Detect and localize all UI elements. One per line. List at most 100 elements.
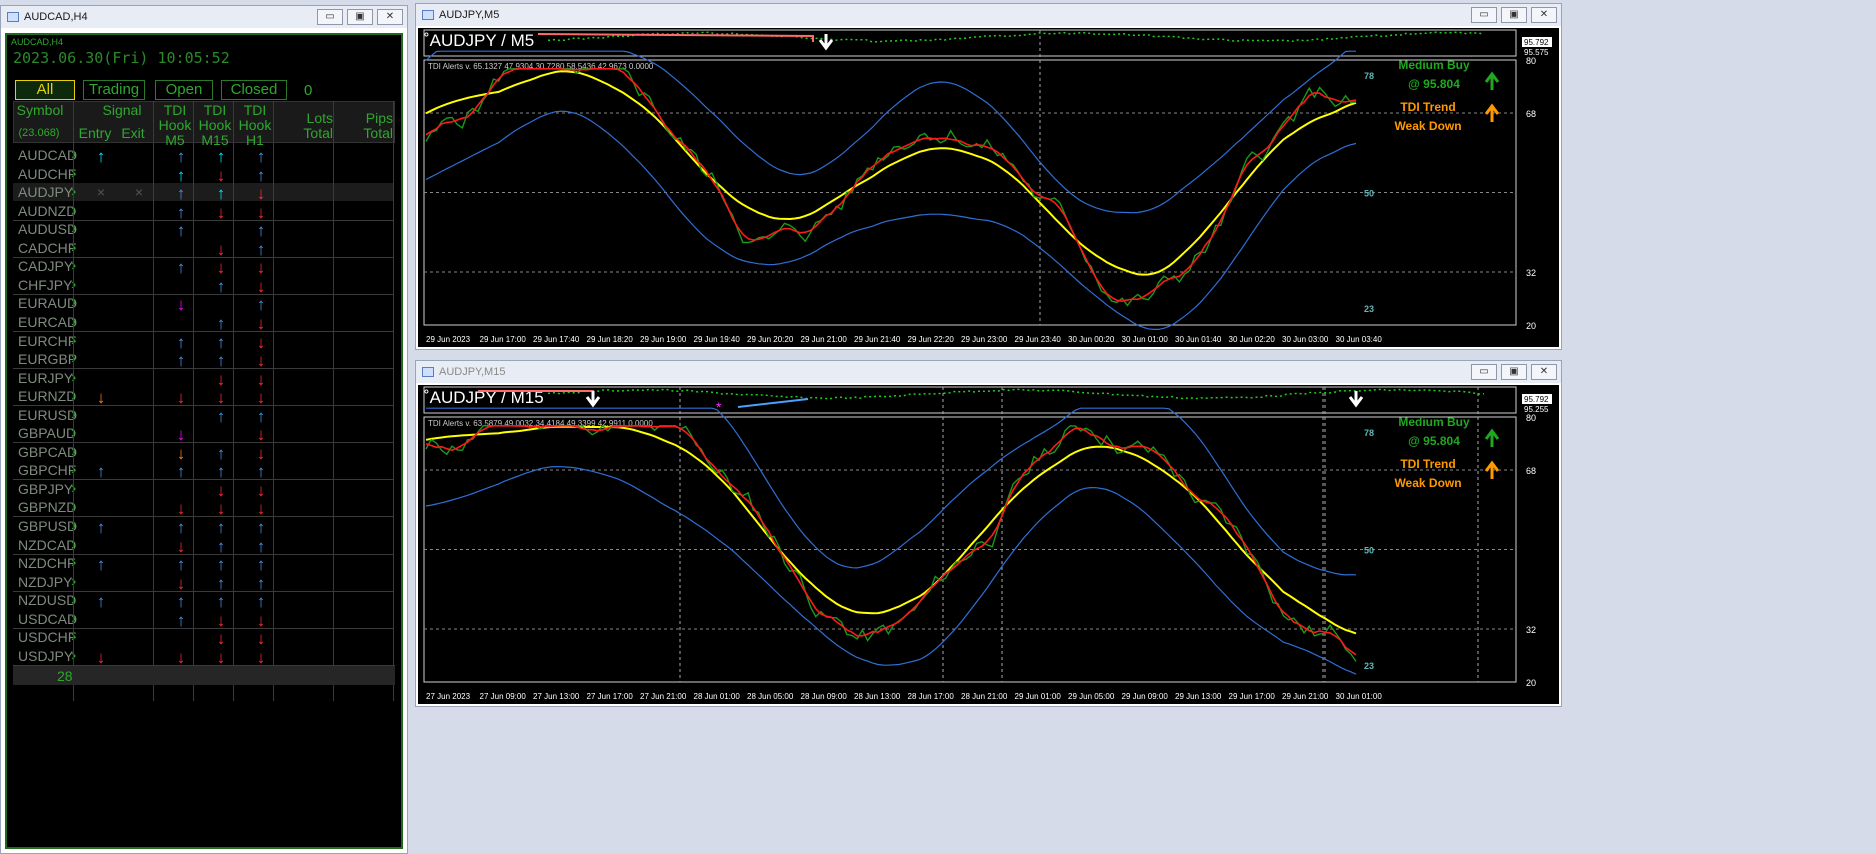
table-row[interactable]: USDJPY›↓↓↓↓ bbox=[13, 647, 393, 667]
window-app-icon bbox=[7, 12, 19, 22]
time-axis-label: 30 Jun 01:00 bbox=[1336, 692, 1383, 701]
row-symbol[interactable]: AUDCAD bbox=[18, 147, 77, 163]
tab-open[interactable]: Open bbox=[155, 80, 213, 100]
right-axis-label: 20 bbox=[1526, 321, 1536, 331]
table-row[interactable]: AUDCAD›↑↑↑↑ bbox=[13, 146, 393, 166]
table-row[interactable]: AUDJPY›××↑↑↓ bbox=[13, 183, 393, 203]
table-row[interactable]: USDCHF›↓↓ bbox=[13, 628, 393, 648]
row-symbol[interactable]: NZDJPY bbox=[18, 574, 72, 590]
table-row[interactable]: EURCAD›↑↓ bbox=[13, 313, 393, 333]
time-axis-label: 27 Jun 17:00 bbox=[587, 692, 634, 701]
table-row[interactable]: EURJPY›↓↓ bbox=[13, 369, 393, 389]
row-symbol[interactable]: EURCAD bbox=[18, 314, 77, 330]
window-title: AUDCAD,H4 bbox=[24, 11, 88, 23]
x-icon: × bbox=[134, 184, 144, 201]
maximize-icon[interactable]: ▣ bbox=[1501, 364, 1527, 380]
time-axis-label: 29 Jun 23:00 bbox=[961, 335, 1008, 344]
table-row[interactable]: GBPJPY›↓↓ bbox=[13, 480, 393, 500]
row-symbol[interactable]: EURJPY bbox=[18, 370, 73, 386]
table-row[interactable]: EURUSD›↑↑ bbox=[13, 406, 393, 426]
row-symbol[interactable]: EURUSD bbox=[18, 407, 77, 423]
row-symbol[interactable]: USDCHF bbox=[18, 629, 76, 645]
table-row[interactable]: NZDCAD›↓↑↑ bbox=[13, 536, 393, 556]
row-symbol[interactable]: USDJPY bbox=[18, 648, 73, 664]
arrow-up-green-icon bbox=[1484, 71, 1500, 90]
row-symbol[interactable]: GBPNZD bbox=[18, 499, 76, 515]
column-divider bbox=[73, 101, 74, 701]
row-symbol[interactable]: NZDUSD bbox=[18, 592, 76, 608]
row-symbol[interactable]: AUDUSD bbox=[18, 221, 77, 237]
row-symbol[interactable]: GBPCHF bbox=[18, 462, 76, 478]
right-axis-label: 20 bbox=[1526, 678, 1536, 688]
time-axis-label: 29 Jun 17:40 bbox=[533, 335, 580, 344]
row-symbol[interactable]: CADJPY bbox=[18, 258, 73, 274]
signal-text-weak-down: Weak Down bbox=[1394, 476, 1461, 490]
table-row[interactable]: CADCHF›↓↑ bbox=[13, 239, 393, 259]
table-row[interactable]: GBPUSD›↑↑↑↑ bbox=[13, 517, 393, 537]
volatility-band-lower bbox=[425, 110, 1357, 330]
table-row[interactable]: NZDUSD›↑↑↑↑ bbox=[13, 591, 393, 611]
tab-all[interactable]: All bbox=[15, 80, 75, 100]
panel-symbol-label: AUDCAD,H4 bbox=[11, 37, 64, 47]
close-icon[interactable]: ✕ bbox=[1531, 7, 1557, 23]
close-icon[interactable]: ✕ bbox=[377, 9, 403, 25]
minimize-icon[interactable]: ▭ bbox=[1471, 364, 1497, 380]
table-row[interactable]: CHFJPY›↑↓ bbox=[13, 276, 393, 296]
table-row[interactable]: AUDUSD›↑↑ bbox=[13, 220, 393, 240]
time-axis-label: 30 Jun 00:20 bbox=[1068, 335, 1115, 344]
table-row[interactable]: GBPNZD›↓↓↓ bbox=[13, 498, 393, 518]
maximize-icon[interactable]: ▣ bbox=[1501, 7, 1527, 23]
row-symbol[interactable]: USDCAD bbox=[18, 611, 77, 627]
table-row[interactable]: GBPCAD›↓↑↓ bbox=[13, 443, 393, 463]
table-row[interactable]: AUDNZD›↑↓↓ bbox=[13, 202, 393, 222]
tab-trading[interactable]: Trading bbox=[83, 80, 145, 100]
minimize-icon[interactable]: ▭ bbox=[1471, 7, 1497, 23]
time-axis-label: 29 Jun 01:00 bbox=[1015, 692, 1062, 701]
row-symbol[interactable]: GBPAUD bbox=[18, 425, 76, 441]
row-symbol[interactable]: AUDCHF bbox=[18, 166, 76, 182]
signal-text-price: @ 95.804 bbox=[1408, 434, 1460, 448]
row-symbol[interactable]: AUDNZD bbox=[18, 203, 76, 219]
rsi-price-line bbox=[425, 68, 1357, 307]
table-row[interactable]: AUDCHF›↑↓↑ bbox=[13, 165, 393, 185]
table-row[interactable]: EURNZD›↓↓↓↓ bbox=[13, 387, 393, 407]
row-symbol[interactable]: EURNZD bbox=[18, 388, 76, 404]
time-axis-label: 28 Jun 17:00 bbox=[908, 692, 955, 701]
table-row[interactable]: GBPAUD›↓↓ bbox=[13, 424, 393, 444]
row-symbol[interactable]: GBPCAD bbox=[18, 444, 77, 460]
table-row[interactable]: EURGBP›↑↑↓ bbox=[13, 350, 393, 370]
table-row[interactable]: CADJPY›↑↓↓ bbox=[13, 257, 393, 277]
chart-titlebar-m5[interactable]: AUDJPY,M5 ▭ ▣ ✕ bbox=[416, 4, 1561, 26]
header-tdi-h1: TDI Hook H1 bbox=[238, 102, 272, 148]
dashboard-titlebar[interactable]: AUDCAD,H4 ▭ ▣ ✕ bbox=[1, 6, 407, 28]
tab-closed[interactable]: Closed bbox=[221, 80, 287, 100]
row-symbol[interactable]: EURAUD bbox=[18, 295, 77, 311]
time-axis-label: 29 Jun 05:00 bbox=[1068, 692, 1115, 701]
chart-area-m5[interactable]: 80 68 32 20 95.792 95.575 78 50 23 ˚AUDJPY / M5 TD… bbox=[418, 28, 1559, 347]
table-row[interactable]: NZDJPY›↓↑↑ bbox=[13, 573, 393, 593]
maximize-icon[interactable]: ▣ bbox=[347, 9, 373, 25]
chart-area-m15[interactable]: 80 68 32 20 95.792 95.255 78 50 23 ˚AUDJPY / M15 T… bbox=[418, 385, 1559, 704]
time-axis-label: 29 Jun 19:00 bbox=[640, 335, 687, 344]
table-row[interactable]: EURCHF›↑↑↓ bbox=[13, 332, 393, 352]
row-symbol[interactable]: CHFJPY bbox=[18, 277, 72, 293]
row-symbol[interactable]: CADCHF bbox=[18, 240, 76, 256]
time-axis-label: 28 Jun 05:00 bbox=[747, 692, 794, 701]
table-row[interactable]: NZDCHF›↑↑↑↑ bbox=[13, 554, 393, 574]
row-symbol[interactable]: NZDCHF bbox=[18, 555, 76, 571]
table-row[interactable]: GBPCHF›↑↑↑↑ bbox=[13, 461, 393, 481]
row-symbol[interactable]: EURGBP bbox=[18, 351, 77, 367]
close-icon[interactable]: ✕ bbox=[1531, 364, 1557, 380]
time-axis-label: 29 Jun 18:20 bbox=[587, 335, 634, 344]
chart-titlebar-m15[interactable]: AUDJPY,M15 ▭ ▣ ✕ bbox=[416, 361, 1561, 383]
row-symbol[interactable]: NZDCAD bbox=[18, 537, 76, 553]
total-count: 28 bbox=[57, 668, 73, 684]
row-symbol[interactable]: EURCHF bbox=[18, 333, 76, 349]
table-row[interactable]: USDCAD›↑↓↓ bbox=[13, 610, 393, 630]
minimize-icon[interactable]: ▭ bbox=[317, 9, 343, 25]
row-symbol[interactable]: GBPUSD bbox=[18, 518, 77, 534]
level-label: 50 bbox=[1364, 189, 1374, 199]
table-row[interactable]: EURAUD›↓↑ bbox=[13, 294, 393, 314]
row-symbol[interactable]: GBPJPY bbox=[18, 481, 73, 497]
row-symbol[interactable]: AUDJPY bbox=[18, 184, 73, 200]
